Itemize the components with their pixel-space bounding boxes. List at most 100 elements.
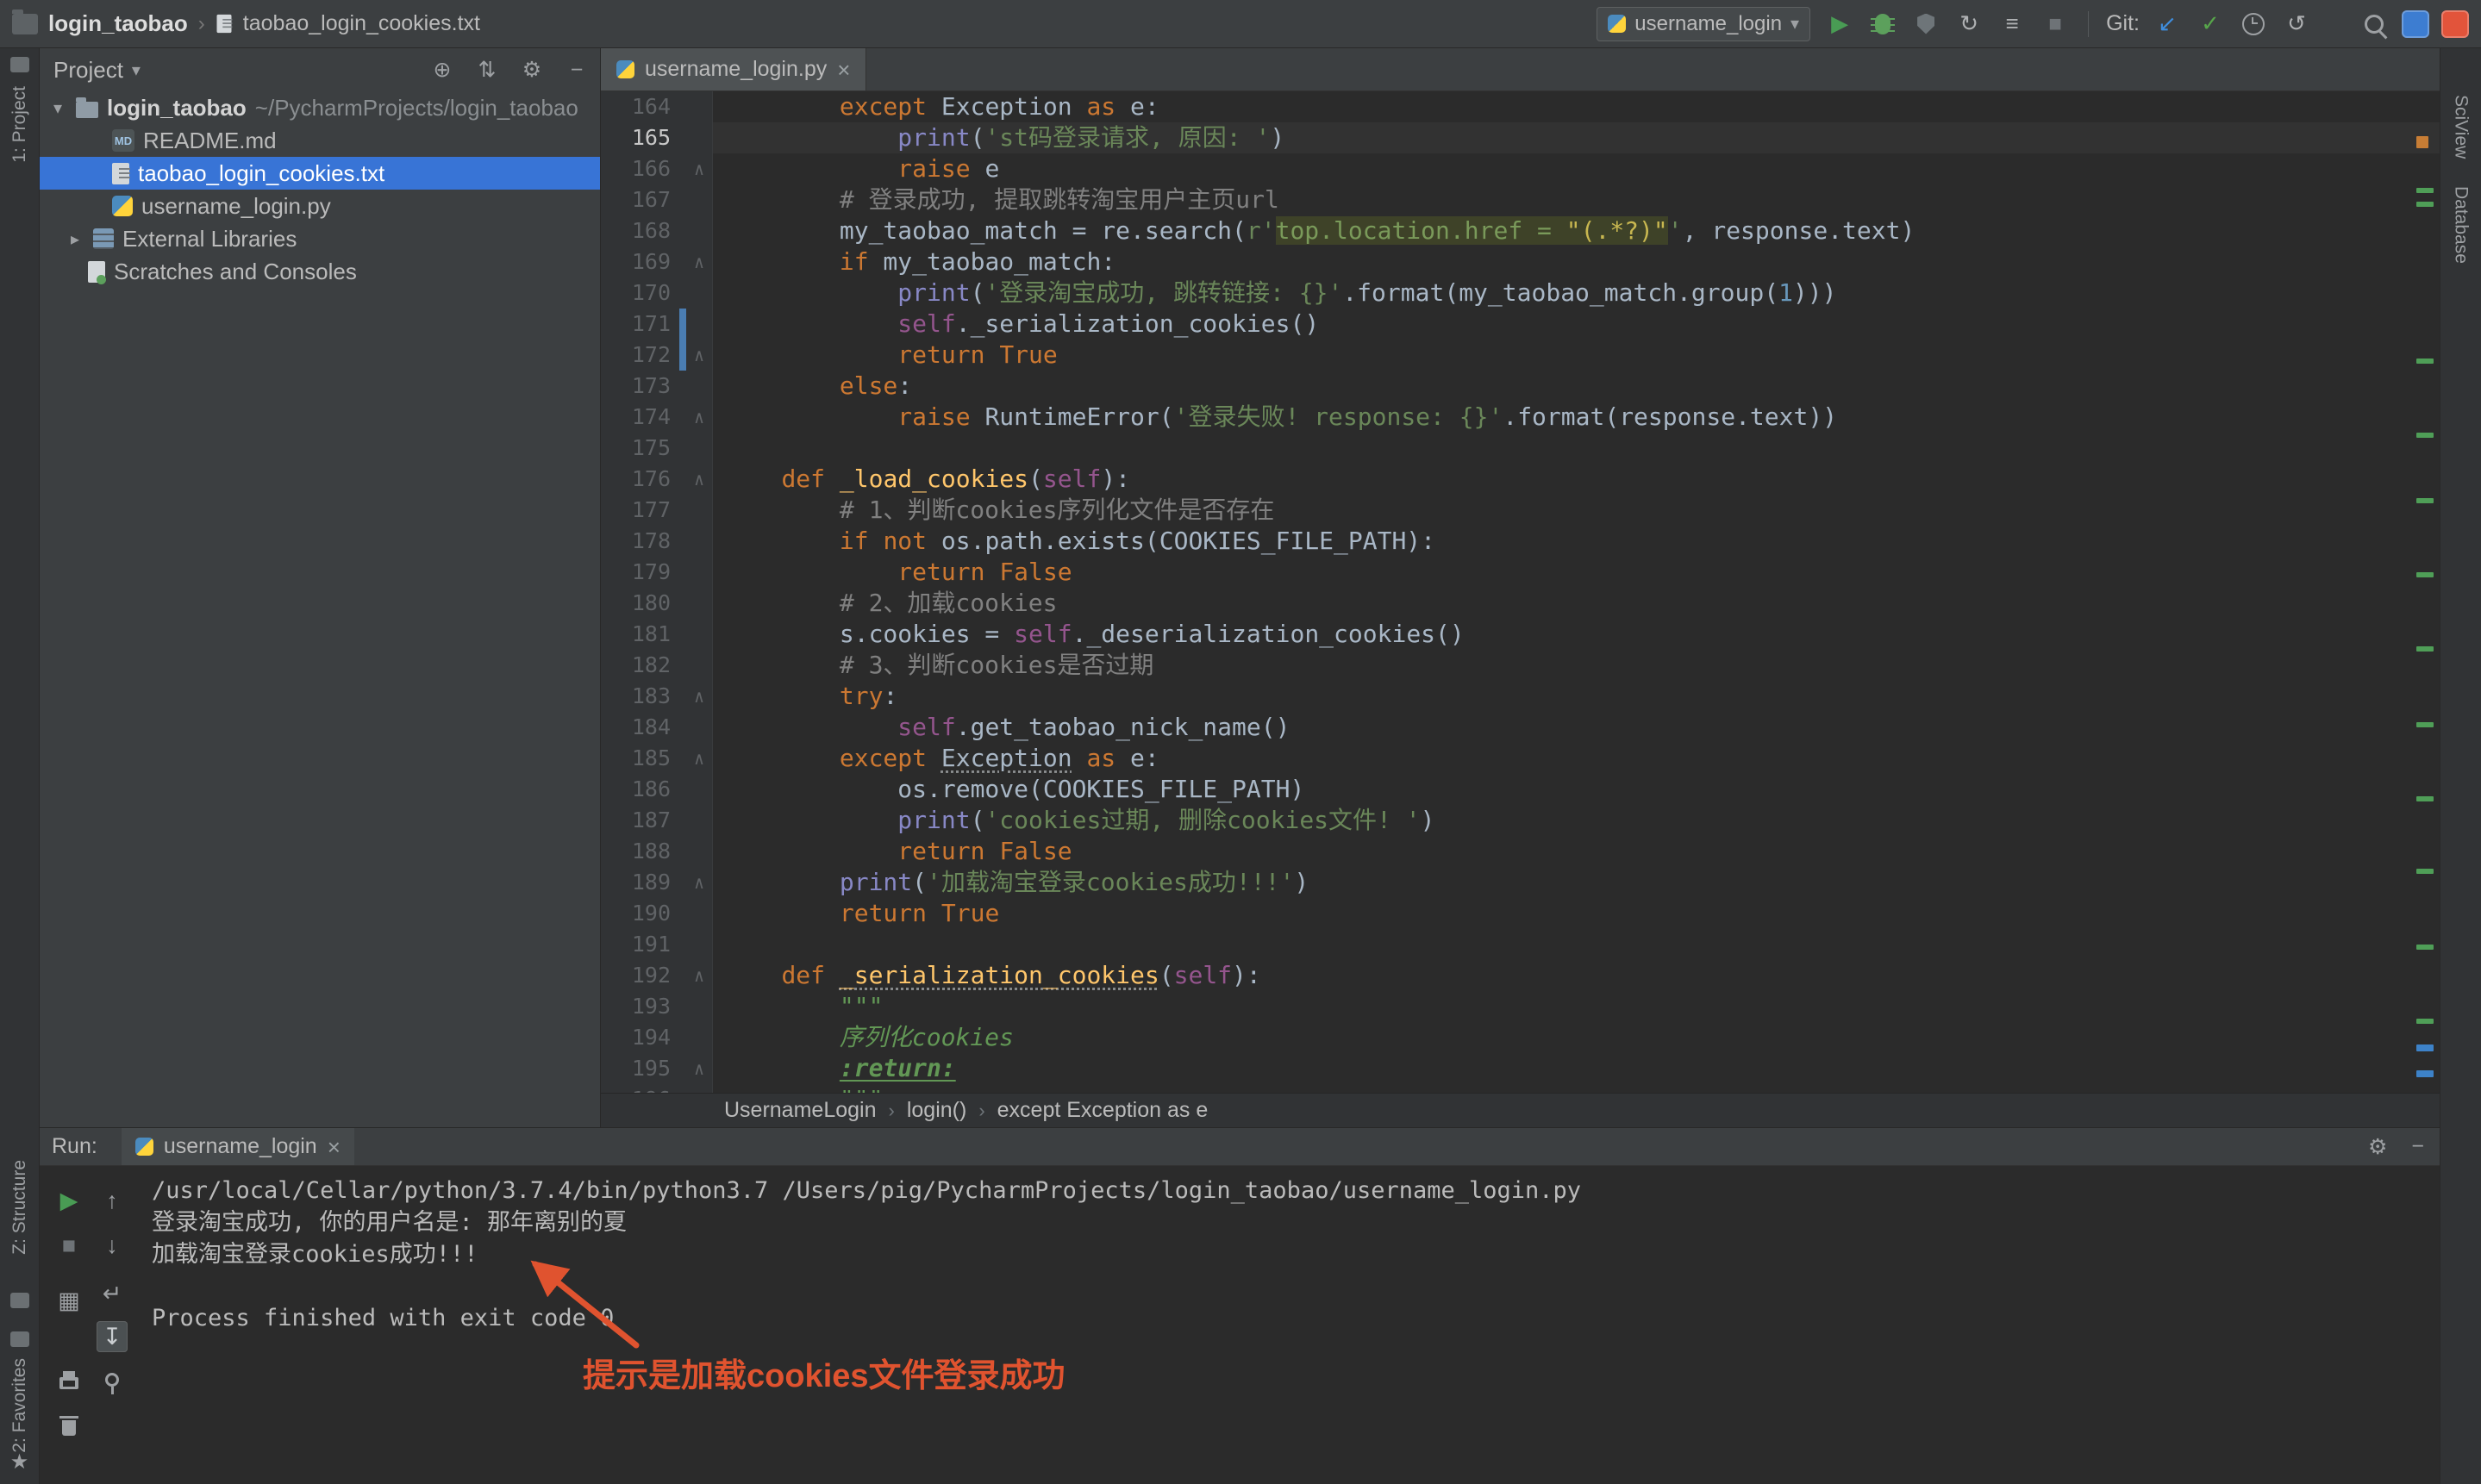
code-text[interactable]: return True	[713, 898, 2440, 929]
commit-button[interactable]: ✓	[2195, 9, 2226, 40]
code-text[interactable]: else:	[713, 371, 2440, 402]
code-text[interactable]: return False	[713, 557, 2440, 588]
tree-item-root[interactable]: ▾ login_taobao ~/PycharmProjects/login_t…	[40, 91, 600, 124]
code-text[interactable]: def _load_cookies(self):	[713, 464, 2440, 495]
code-text[interactable]: my_taobao_match = re.search(r'top.locati…	[713, 215, 2440, 246]
profiler-button[interactable]: ↻	[1953, 9, 1984, 40]
coverage-button[interactable]	[1910, 9, 1941, 40]
code-text[interactable]: except Exception as e:	[713, 91, 2440, 122]
run-tab[interactable]: username_login ×	[122, 1128, 354, 1165]
settings-button[interactable]: ⚙	[2368, 1134, 2387, 1160]
plugin-icon-orange[interactable]	[2441, 10, 2469, 38]
stop-button[interactable]: ■	[2040, 9, 2071, 40]
tree-item[interactable]: Scratches and Consoles	[40, 255, 600, 288]
code-text[interactable]: print('登录淘宝成功, 跳转链接: {}'.format(my_taoba…	[713, 277, 2440, 309]
stripe-mark[interactable]	[2416, 1044, 2434, 1051]
tab-username-login[interactable]: username_login.py ×	[601, 48, 866, 90]
run-button[interactable]: ▶	[1824, 9, 1855, 40]
stripe-mark[interactable]	[2416, 722, 2434, 727]
code-text[interactable]: raise e	[713, 153, 2440, 184]
code-text[interactable]: # 2、加载cookies	[713, 588, 2440, 619]
stripe-mark[interactable]	[2416, 796, 2434, 801]
tree-item[interactable]: ▸External Libraries	[40, 222, 600, 255]
code-text[interactable]: print('加载淘宝登录cookies成功!!!')	[713, 867, 2440, 898]
up-stack-trace-button[interactable]: ↑	[97, 1185, 128, 1216]
stripe-mark[interactable]	[2416, 945, 2434, 950]
fold-marker[interactable]: ∧	[686, 743, 712, 774]
code-area[interactable]: 164 except Exception as e:165 print('st码…	[601, 91, 2440, 1093]
fold-marker[interactable]: ∧	[686, 246, 712, 277]
tool-window-icon[interactable]	[10, 1293, 29, 1308]
breadcrumb-item[interactable]: UsernameLogin	[724, 1098, 877, 1123]
rerun-button[interactable]: ▶	[53, 1185, 84, 1216]
stripe-mark[interactable]	[2416, 646, 2434, 652]
tool-window-icon[interactable]	[10, 57, 29, 72]
hide-panel-button[interactable]: −	[564, 58, 590, 83]
code-text[interactable]: def _serialization_cookies(self):	[713, 960, 2440, 991]
concurrency-button[interactable]: ≡	[1997, 9, 2028, 40]
print-button[interactable]	[53, 1364, 84, 1395]
code-text[interactable]: return True	[713, 340, 2440, 371]
tool-strip-project[interactable]: 1: Project	[9, 86, 30, 163]
fold-marker[interactable]: ∧	[686, 402, 712, 433]
stripe-mark[interactable]	[2416, 359, 2434, 364]
hide-panel-button[interactable]: −	[2411, 1134, 2424, 1159]
update-project-button[interactable]: ↙	[2152, 9, 2183, 40]
code-text[interactable]: # 登录成功, 提取跳转淘宝用户主页url	[713, 184, 2440, 215]
code-text[interactable]: print('cookies过期, 删除cookies文件! ')	[713, 805, 2440, 836]
breadcrumb-item[interactable]: login()	[907, 1098, 966, 1123]
plugin-icon-blue[interactable]	[2402, 10, 2429, 38]
error-stripe[interactable]	[2414, 93, 2436, 1057]
tree-item[interactable]: username_login.py	[40, 190, 600, 222]
fold-marker[interactable]: ∧	[686, 681, 712, 712]
favorites-star-icon[interactable]: ★	[10, 1450, 29, 1475]
chevron-down-icon[interactable]: ▾	[132, 59, 141, 81]
code-text[interactable]: raise RuntimeError('登录失败! response: {}'.…	[713, 402, 2440, 433]
fold-marker[interactable]: ∧	[686, 867, 712, 898]
stripe-mark[interactable]	[2416, 1070, 2434, 1077]
locate-file-button[interactable]: ⊕	[429, 57, 455, 83]
stripe-mark[interactable]	[2416, 869, 2434, 874]
down-stack-trace-button[interactable]: ↓	[97, 1230, 128, 1261]
tool-strip-favorites[interactable]: 2: Favorites	[9, 1358, 30, 1453]
stripe-mark[interactable]	[2416, 188, 2434, 193]
code-text[interactable]: try:	[713, 681, 2440, 712]
debug-button[interactable]	[1867, 9, 1898, 40]
code-text[interactable]	[713, 929, 2440, 960]
code-text[interactable]: if not os.path.exists(COOKIES_FILE_PATH)…	[713, 526, 2440, 557]
code-text[interactable]: :return:	[713, 1053, 2440, 1084]
project-panel-title[interactable]: Project	[53, 57, 123, 84]
tool-strip-structure[interactable]: Z: Structure	[9, 1160, 30, 1255]
stripe-mark[interactable]	[2416, 1019, 2434, 1024]
stripe-mark[interactable]	[2416, 136, 2428, 148]
breadcrumb-item[interactable]: except Exception as e	[997, 1098, 1209, 1123]
code-text[interactable]: 序列化cookies	[713, 1022, 2440, 1053]
fold-marker[interactable]: ∧	[686, 340, 712, 371]
code-text[interactable]: self._serialization_cookies()	[713, 309, 2440, 340]
tool-window-icon[interactable]	[10, 1331, 29, 1347]
code-text[interactable]: return False	[713, 836, 2440, 867]
expand-arrow-icon[interactable]: ▸	[66, 228, 84, 250]
fold-marker[interactable]: ∧	[686, 464, 712, 495]
soft-wrap-button[interactable]: ↵	[97, 1278, 128, 1309]
run-config-selector[interactable]: username_login ▾	[1597, 7, 1810, 41]
restore-layout-button[interactable]: ▦	[53, 1285, 84, 1316]
close-icon[interactable]: ×	[328, 1136, 341, 1158]
code-text[interactable]: if my_taobao_match:	[713, 246, 2440, 277]
tool-strip-database[interactable]: Database	[2451, 186, 2472, 264]
code-text[interactable]: """	[713, 991, 2440, 1022]
code-text[interactable]: s.cookies = self._deserialization_cookie…	[713, 619, 2440, 650]
code-text[interactable]	[713, 433, 2440, 464]
expand-collapse-button[interactable]: ⇅	[474, 57, 500, 83]
pin-tab-button[interactable]	[97, 1364, 128, 1395]
fold-marker[interactable]: ∧	[686, 1053, 712, 1084]
stripe-mark[interactable]	[2416, 572, 2434, 577]
fold-marker[interactable]: ∧	[686, 153, 712, 184]
stripe-mark[interactable]	[2416, 433, 2434, 438]
stripe-mark[interactable]	[2416, 202, 2434, 207]
code-text[interactable]: """	[713, 1084, 2440, 1093]
stop-button[interactable]: ■	[53, 1230, 84, 1261]
rollback-button[interactable]: ↺	[2281, 9, 2312, 40]
code-text[interactable]: os.remove(COOKIES_FILE_PATH)	[713, 774, 2440, 805]
tree-item[interactable]: README.md	[40, 124, 600, 157]
